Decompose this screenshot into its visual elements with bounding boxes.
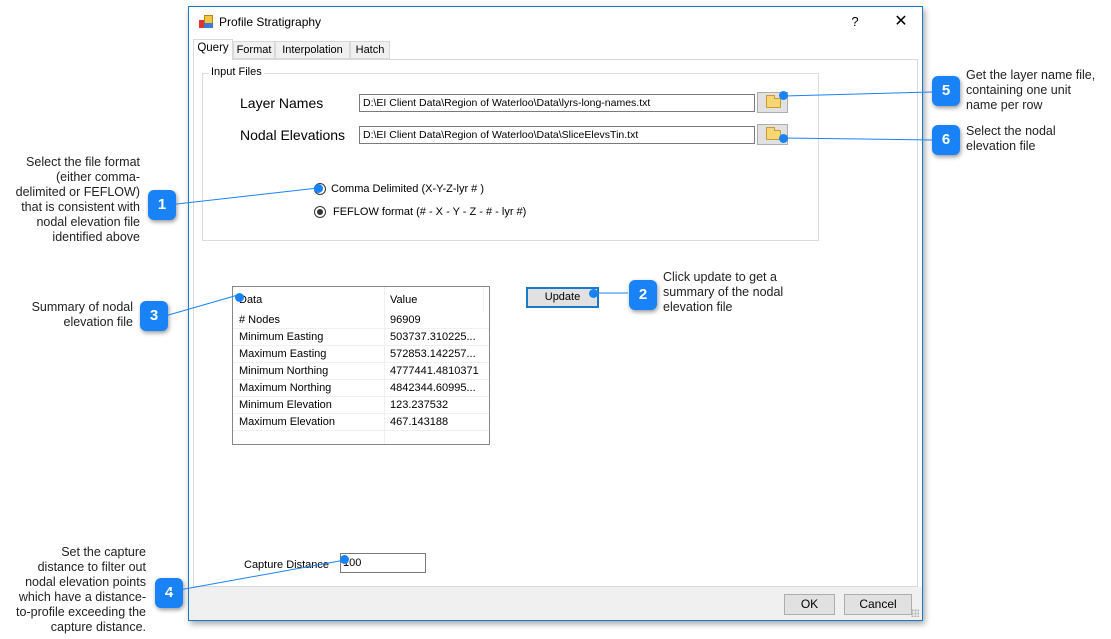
callout-note-5: Get the layer name file, containing one …	[966, 68, 1111, 113]
update-button[interactable]: Update	[526, 287, 599, 308]
row-label: Maximum Elevation	[239, 416, 335, 428]
callout-badge-6: 6	[932, 125, 960, 155]
tab-interpolation[interactable]: Interpolation	[275, 41, 350, 59]
row-label: Minimum Easting	[239, 331, 324, 343]
layer-names-label: Layer Names	[240, 95, 324, 111]
callout-badge-4: 4	[155, 578, 183, 608]
note-line: Select the file format	[26, 155, 140, 169]
note-line: containing one unit	[966, 83, 1071, 97]
note-line: distance to filter out	[37, 560, 146, 574]
callout-anchor-dot	[340, 555, 349, 564]
callout-anchor-dot	[235, 293, 244, 302]
row-value: 4842344.60995...	[390, 382, 476, 394]
callout-note-6: Select the nodal elevation file	[966, 124, 1111, 154]
callout-note-1: Select the file format (either comma- de…	[2, 155, 140, 245]
resize-grip[interactable]	[911, 609, 919, 617]
folder-open-icon	[766, 95, 781, 108]
capture-distance-label: Capture Distance	[244, 559, 329, 571]
tab-hatch[interactable]: Hatch	[350, 41, 390, 59]
summary-data-grid[interactable]: Data Value # Nodes 96909 Minimum Easting…	[232, 286, 490, 445]
row-label: # Nodes	[239, 314, 280, 326]
callout-badge-3: 3	[140, 301, 168, 331]
note-line: Select the nodal	[966, 124, 1056, 138]
table-row[interactable]: Maximum Elevation 467.143188	[233, 414, 489, 431]
cancel-button[interactable]: Cancel	[844, 594, 912, 615]
note-line: Get the layer name file,	[966, 68, 1096, 82]
callout-anchor-dot	[589, 289, 598, 298]
table-row[interactable]: Maximum Northing 4842344.60995...	[233, 380, 489, 397]
note-line: elevation file	[663, 300, 733, 314]
note-line: to-profile exceeding the	[16, 605, 146, 619]
note-line: delimited or FEFLOW)	[15, 185, 140, 199]
tab-query[interactable]: Query	[193, 39, 233, 60]
table-row[interactable]: Maximum Easting 572853.142257...	[233, 346, 489, 363]
note-line: Set the capture	[61, 545, 146, 559]
row-label: Maximum Easting	[239, 348, 327, 360]
layer-names-input[interactable]: D:\EI Client Data\Region of Waterloo\Dat…	[359, 94, 755, 112]
note-line: nodal elevation points	[25, 575, 146, 589]
query-tab-page: Input Files Layer Names D:\EI Client Dat…	[193, 59, 918, 587]
column-separator	[483, 287, 484, 312]
row-value: 467.143188	[390, 416, 449, 428]
window-title: Profile Stratigraphy	[219, 15, 322, 29]
nodal-elevations-input[interactable]: D:\EI Client Data\Region of Waterloo\Dat…	[359, 126, 755, 144]
table-row[interactable]: Minimum Easting 503737.310225...	[233, 329, 489, 346]
note-line: that is consistent with	[21, 200, 140, 214]
table-row[interactable]: # Nodes 96909	[233, 312, 489, 329]
grid-header: Data Value	[233, 287, 489, 312]
nodal-elevations-label: Nodal Elevations	[240, 127, 346, 143]
note-line: identified above	[52, 230, 140, 244]
input-files-legend: Input Files	[209, 66, 264, 78]
note-line: capture distance.	[50, 620, 146, 634]
callout-anchor-dot	[314, 184, 323, 193]
note-line: elevation file	[63, 315, 134, 329]
callout-note-3: Summary of nodal elevation file	[2, 300, 133, 330]
app-icon	[199, 15, 213, 29]
row-value: 4777441.4810371	[390, 365, 479, 377]
title-bar: Profile Stratigraphy ? ✕	[189, 7, 922, 37]
table-row-empty[interactable]	[233, 431, 489, 448]
callout-badge-5: 5	[932, 76, 960, 106]
note-line: name per row	[966, 98, 1043, 112]
row-label: Minimum Northing	[239, 365, 329, 377]
callout-anchor-dot	[779, 91, 788, 100]
callout-note-2: Click update to get a summary of the nod…	[663, 270, 823, 315]
callout-badge-1: 1	[148, 190, 176, 220]
header-value[interactable]: Value	[390, 294, 417, 306]
input-files-group: Input Files Layer Names D:\EI Client Dat…	[202, 66, 819, 241]
row-label: Minimum Elevation	[239, 399, 332, 411]
note-line: summary of the nodal	[663, 285, 784, 299]
row-value: 96909	[390, 314, 421, 326]
note-line: (either comma-	[55, 170, 140, 184]
callout-note-4: Set the capture distance to filter out n…	[0, 545, 146, 635]
note-line: Click update to get a	[663, 270, 777, 284]
capture-distance-input[interactable]: 100	[340, 553, 426, 573]
note-line: nodal elevation file	[36, 215, 140, 229]
comma-delimited-label[interactable]: Comma Delimited (X-Y-Z-lyr # )	[331, 183, 484, 195]
row-value: 572853.142257...	[390, 348, 476, 360]
row-label: Maximum Northing	[239, 382, 332, 394]
note-line: which have a distance-	[18, 590, 146, 604]
dialog-footer: OK Cancel	[189, 587, 922, 620]
note-line: elevation file	[966, 139, 1036, 153]
callout-badge-2: 2	[629, 280, 657, 310]
table-row[interactable]: Minimum Elevation 123.237532	[233, 397, 489, 414]
row-value: 123.237532	[390, 399, 449, 411]
close-button[interactable]: ✕	[887, 11, 915, 33]
feflow-format-label[interactable]: FEFLOW format (# - X - Y - Z - # - lyr #…	[333, 206, 526, 218]
table-row[interactable]: Minimum Northing 4777441.4810371	[233, 363, 489, 380]
note-line: Summary of nodal	[31, 300, 133, 314]
ok-button[interactable]: OK	[784, 594, 835, 615]
row-value: 503737.310225...	[390, 331, 476, 343]
callout-anchor-dot	[779, 134, 788, 143]
help-button[interactable]: ?	[844, 12, 866, 32]
tab-format[interactable]: Format	[233, 41, 275, 59]
feflow-format-radio[interactable]	[314, 206, 326, 218]
